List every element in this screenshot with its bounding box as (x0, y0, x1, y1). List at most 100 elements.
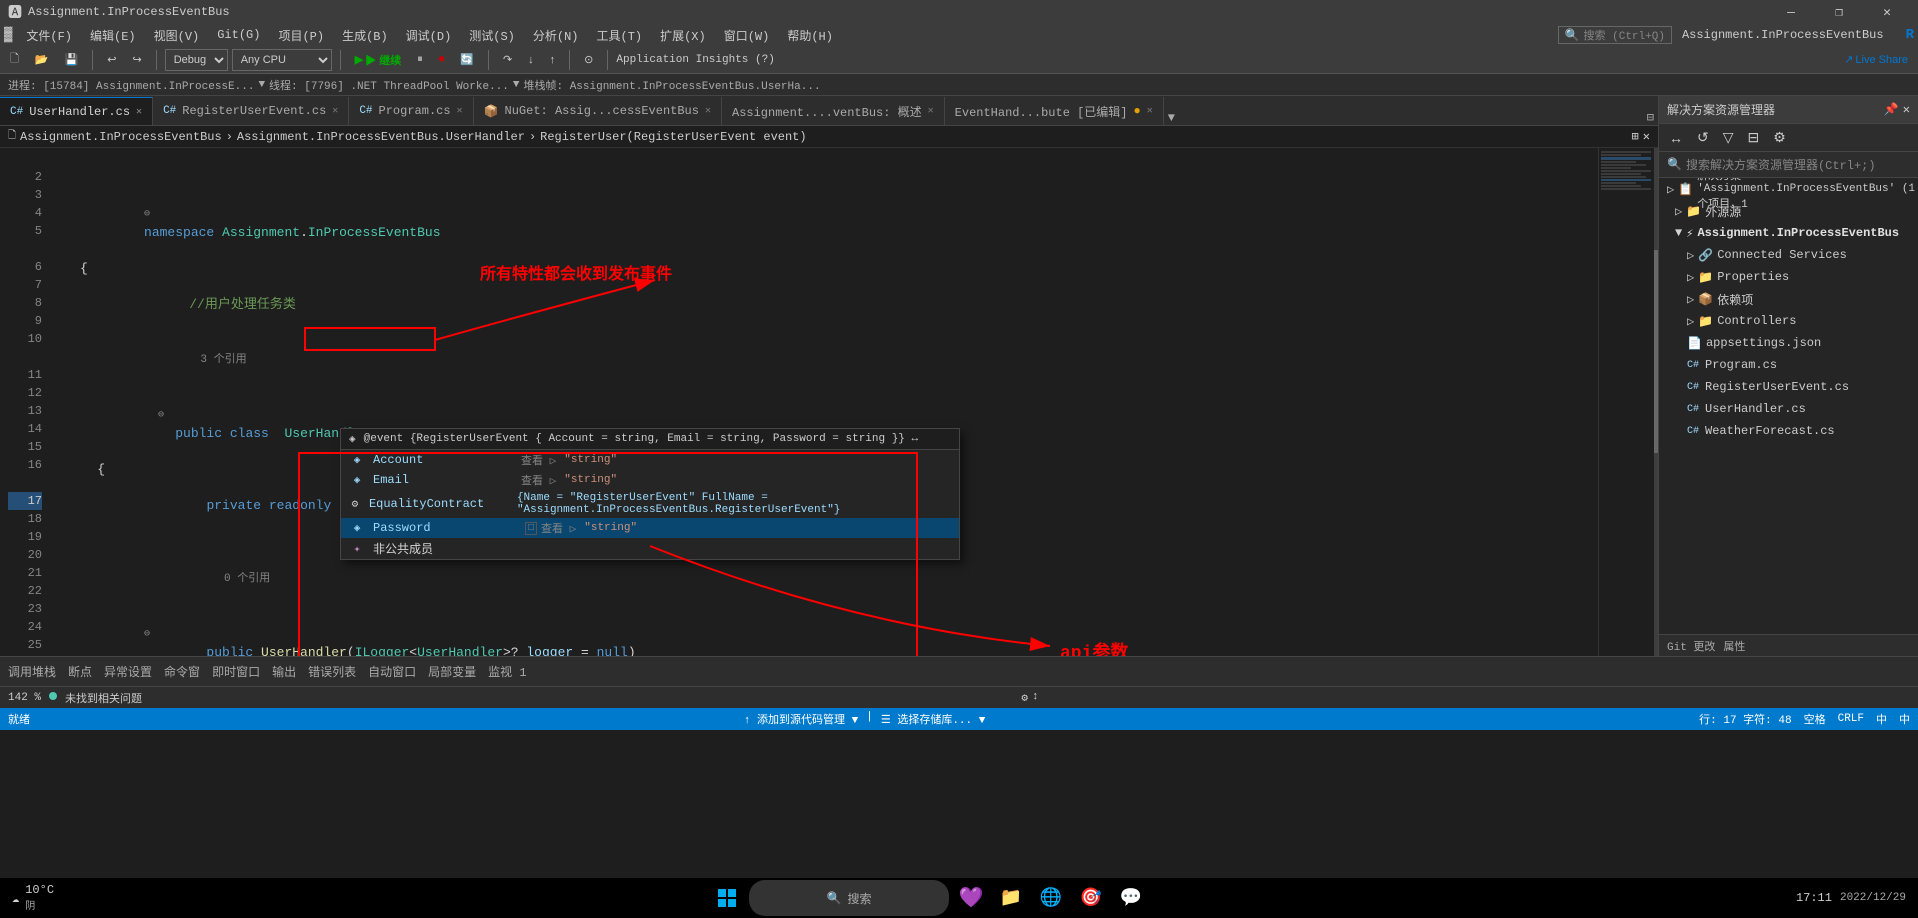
cpu-dropdown[interactable]: Any CPU (232, 49, 332, 71)
tab-registeruserevent[interactable]: C# RegisterUserEvent.cs ✕ (153, 97, 349, 125)
se-project-root[interactable]: ▼ ⚡ Assignment.InProcessEventBus (1659, 222, 1918, 244)
tab-command[interactable]: 命令窗 (164, 663, 200, 680)
se-dependencies[interactable]: ▷ 📦 依赖项 (1659, 288, 1918, 310)
ac-item-email[interactable]: ◈ Email 查看 ▷ "string" (341, 470, 959, 490)
step-into-button[interactable]: ↓ (522, 52, 540, 68)
tab-immediate[interactable]: 即时窗口 (212, 663, 260, 680)
minimize-button[interactable]: — (1768, 0, 1814, 24)
code-editor[interactable]: 2 3 4 5 6 7 8 9 10 11 12 13 14 15 16 17 … (0, 148, 1658, 656)
breakpoint-button[interactable]: ⊙ (578, 51, 599, 68)
se-git-label[interactable]: Git 更改 (1667, 638, 1715, 654)
collapse-6[interactable]: ⊖ (158, 410, 164, 421)
toolbar-btn-open[interactable]: 📂 (29, 51, 55, 68)
se-properties-folder[interactable]: ▷ 📁 Properties (1659, 266, 1918, 288)
se-collapse-all-button[interactable]: ⊟ (1742, 127, 1766, 148)
se-program-cs[interactable]: C# Program.cs (1659, 354, 1918, 376)
menu-file[interactable]: 文件(F) (18, 24, 80, 46)
restart-button[interactable]: 🔄 (454, 51, 480, 68)
split-editor-icon[interactable]: ⊞ (1632, 129, 1639, 144)
ac-item-account[interactable]: ◈ Account 查看 ▷ "string" (341, 450, 959, 470)
menu-help[interactable]: 帮助(H) (779, 24, 841, 46)
se-connected-services[interactable]: ▷ 🔗 Connected Services (1659, 244, 1918, 266)
se-search-bar[interactable]: 🔍 搜索解决方案资源管理器(Ctrl+;) (1659, 152, 1918, 178)
toolbar-btn-new[interactable]: 🗋 (4, 48, 25, 71)
rider-taskbar-icon[interactable]: 🎯 (1073, 880, 1109, 916)
tab-close-reg[interactable]: ✕ (332, 105, 338, 117)
collapse-10[interactable]: ⊖ (144, 629, 150, 640)
menu-debug[interactable]: 调试(D) (398, 24, 460, 46)
se-weatherforecast-cs[interactable]: C# WeatherForecast.cs (1659, 420, 1918, 442)
tab-autos[interactable]: 自动窗口 (368, 663, 416, 680)
tab-close-userhandler[interactable]: ✕ (136, 106, 142, 118)
stack-label[interactable]: 堆栈帧: Assignment.InProcessEventBus.UserHa… (524, 77, 821, 93)
ac-action-email[interactable]: 查看 ▷ (521, 472, 556, 488)
se-userhandler-cs[interactable]: C# UserHandler.cs (1659, 398, 1918, 420)
se-sync-button[interactable]: ↔ (1663, 128, 1689, 148)
explorer-taskbar-icon[interactable]: 📁 (993, 880, 1029, 916)
toolbar-btn-save[interactable]: 💾 (59, 51, 85, 68)
tab-output[interactable]: 输出 (272, 663, 296, 680)
se-controllers-folder[interactable]: ▷ 📁 Controllers (1659, 310, 1918, 332)
menu-extensions[interactable]: 扩展(X) (652, 24, 714, 46)
minimap-thumb[interactable] (1654, 250, 1658, 453)
menu-tools[interactable]: 工具(T) (589, 24, 651, 46)
pause-button[interactable]: ⏸ (411, 51, 429, 68)
debug-scroll-icon[interactable]: ↕ (1032, 691, 1039, 705)
menu-view[interactable]: 视图(V) (146, 24, 208, 46)
add-to-source-label[interactable]: ↑ 添加到源代码管理 ▼ (744, 711, 858, 727)
ac-search-icon[interactable]: □ (525, 522, 537, 535)
tab-close-nuget[interactable]: ✕ (705, 105, 711, 117)
edge-taskbar-icon[interactable]: 🌐 (1033, 880, 1069, 916)
menu-window[interactable]: 窗口(W) (716, 24, 778, 46)
menu-project[interactable]: 项目(P) (270, 24, 332, 46)
search-button[interactable]: 🔍 搜索 (749, 880, 949, 916)
ac-item-password[interactable]: ◈ Password □ 查看 ▷ "string" (341, 518, 959, 538)
tab-program[interactable]: C# Program.cs ✕ (349, 97, 473, 125)
process-label[interactable]: 进程: [15784] Assignment.InProcessE... (8, 77, 254, 93)
tab-locals[interactable]: 局部变量 (428, 663, 476, 680)
tab-add-button[interactable]: ▼ (1164, 111, 1179, 125)
tab-close-eventhandler[interactable]: ✕ (1147, 105, 1153, 117)
se-refresh-button[interactable]: ↺ (1691, 127, 1715, 148)
stop-button[interactable]: ⏹ (433, 51, 451, 68)
search-bar[interactable]: 🔍 搜索 (Ctrl+Q) (1558, 26, 1672, 44)
se-appsettings[interactable]: 📄 appsettings.json (1659, 332, 1918, 354)
menu-build[interactable]: 生成(B) (334, 24, 396, 46)
ac-action-pw[interactable]: 查看 ▷ (541, 520, 576, 536)
ac-item-nonpublic[interactable]: ✦ 非公共成员 (341, 538, 959, 559)
maximize-button[interactable]: ❐ (1816, 0, 1862, 24)
vs-taskbar-icon[interactable]: 💜 (953, 880, 989, 916)
se-filter-button[interactable]: ▽ (1717, 127, 1740, 148)
ac-item-equalitycontract[interactable]: ⚙ EqualityContract {Name = "RegisterUser… (341, 490, 959, 518)
menu-git[interactable]: Git(G) (209, 24, 268, 46)
se-pin-icon[interactable]: 📌 (1884, 102, 1899, 117)
tab-breakpoints[interactable]: 断点 (68, 663, 92, 680)
toolbar-btn-undo[interactable]: ↩ (101, 51, 122, 68)
discord-taskbar-icon[interactable]: 💬 (1113, 880, 1149, 916)
tab-eventhandler[interactable]: EventHand...bute [已编辑] ● ✕ (945, 97, 1164, 125)
path-project[interactable]: Assignment.InProcessEventBus (20, 130, 222, 144)
debug-config-dropdown[interactable]: Debug (165, 49, 228, 71)
editor-collapse-button[interactable]: ⊟ (1643, 110, 1658, 125)
close-editor-icon[interactable]: ✕ (1643, 129, 1650, 144)
tab-nuget[interactable]: 📦 NuGet: Assig...cessEventBus ✕ (474, 97, 722, 125)
live-share-button[interactable]: ↗ Live Share (1838, 51, 1914, 68)
tab-close-program[interactable]: ✕ (457, 105, 463, 117)
tab-errorlist[interactable]: 错误列表 (308, 663, 356, 680)
path-class[interactable]: Assignment.InProcessEventBus.UserHandler (237, 130, 525, 144)
code-area[interactable]: ⊖ namespace Assignment.InProcessEventBus… (50, 148, 1598, 656)
tab-callstack[interactable]: 调用堆栈 (8, 663, 56, 680)
tab-overview[interactable]: Assignment....ventBus: 概述 ✕ (722, 97, 945, 125)
se-registeruserevent-cs[interactable]: C# RegisterUserEvent.cs (1659, 376, 1918, 398)
menu-test[interactable]: 测试(S) (461, 24, 523, 46)
windows-start-button[interactable] (709, 880, 745, 916)
tab-userhandler[interactable]: C# UserHandler.cs ✕ (0, 97, 153, 125)
se-properties-label[interactable]: 属性 (1723, 638, 1745, 654)
collapse-3[interactable]: ⊖ (144, 209, 150, 220)
se-solution-root[interactable]: ▷ 📋 解决方案 'Assignment.InProcessEventBus' … (1659, 178, 1918, 200)
menu-edit[interactable]: 编辑(E) (82, 24, 144, 46)
step-out-button[interactable]: ↑ (544, 52, 562, 68)
continue-button[interactable]: ▶ ▶ 继续 (349, 50, 408, 70)
select-repo-label[interactable]: ☰ 选择存储库... ▼ (881, 711, 985, 727)
thread-label[interactable]: 线程: [7796] .NET ThreadPool Worke... (269, 77, 509, 93)
